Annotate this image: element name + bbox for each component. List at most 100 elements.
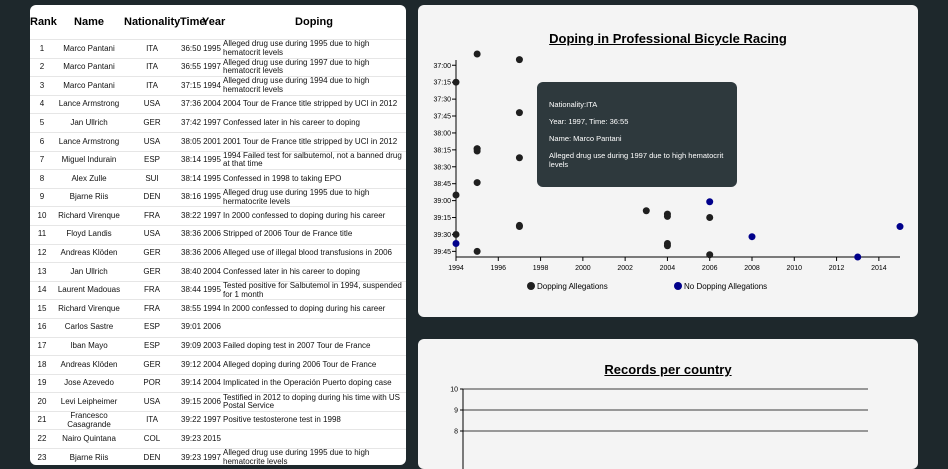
table-row: 22 Nairo Quintana COL 39:23 2015 — [30, 429, 406, 449]
cell-nationality: DEN — [124, 448, 180, 465]
header-year[interactable]: Year — [202, 5, 225, 40]
cell-name: Lance Armstrong — [54, 94, 124, 114]
cell-doping: Confessed later in his career to doping — [222, 113, 406, 133]
cell-doping: Alleged drug use during 1995 due to high… — [222, 187, 406, 207]
cell-nationality: USA — [124, 94, 180, 114]
x-tick-label: 2012 — [829, 265, 845, 272]
x-tick-label: 2002 — [617, 265, 633, 272]
table-row: 10 Richard Virenque FRA 38:22 1997 In 2000 co… — [30, 206, 406, 226]
rankings-table: Rank Name Nationality Time Year Doping 1… — [30, 5, 406, 465]
cell-nationality: ESP — [124, 317, 180, 337]
cell-year: 1995 — [202, 150, 222, 170]
cell-year: 1995 — [202, 39, 222, 59]
x-tick-label: 2006 — [702, 265, 718, 272]
doping-point — [515, 56, 523, 64]
cell-year: 2006 — [202, 243, 222, 263]
cell-doping: Confessed later in his career to doping — [222, 262, 406, 282]
records-y-tick-label: 9 — [454, 408, 458, 415]
cell-time: 37:42 — [180, 113, 202, 133]
cell-name: Nairo Quintana — [54, 429, 124, 449]
table-row: 6 Lance Armstrong USA 38:05 2001 2001 Tour de… — [30, 131, 406, 152]
cell-name: Marco Pantani — [54, 39, 124, 59]
cell-year: 1997 — [202, 113, 222, 133]
table-row: 19 Jose Azevedo POR 39:14 2004 Implicated in … — [30, 373, 406, 393]
y-tick-label: 38:45 — [433, 181, 451, 188]
doping-point — [452, 191, 460, 199]
cell-time: 36:50 — [180, 39, 202, 59]
y-tick-label: 39:00 — [433, 198, 451, 205]
doping-point — [473, 147, 481, 155]
cell-rank: 10 — [30, 206, 54, 226]
cell-nationality: GER — [124, 355, 180, 375]
cell-name: Andreas Klöden — [54, 243, 124, 263]
tooltip-nationality: Nationality:ITA — [549, 100, 598, 109]
cell-doping — [222, 429, 406, 449]
clean-point — [896, 223, 904, 231]
y-tick-label: 39:30 — [433, 232, 451, 239]
cell-nationality: SUI — [124, 169, 180, 189]
cell-name: Alex Zulle — [54, 169, 124, 189]
x-tick-label: 2000 — [575, 265, 591, 272]
cell-time: 38:14 — [180, 169, 202, 189]
cell-rank: 21 — [30, 410, 54, 430]
cell-nationality: FRA — [124, 299, 180, 319]
legend-clean-label: No Dopping Allegations — [684, 282, 767, 291]
doping-point — [473, 179, 481, 187]
cell-doping: In 2000 confessed to doping during his c… — [222, 299, 406, 319]
clean-point — [748, 233, 756, 241]
cell-rank: 3 — [30, 76, 54, 96]
cell-doping: Alleged doping during 2006 Tour de Franc… — [222, 355, 406, 375]
cell-rank: 7 — [30, 150, 54, 170]
table-row: 21 Francesco Casagrande ITA 39:22 1997 Positi… — [30, 410, 406, 430]
cell-rank: 11 — [30, 224, 54, 245]
x-tick-label: 2008 — [744, 265, 760, 272]
cell-time: 39:23 — [180, 448, 202, 465]
cell-rank: 23 — [30, 448, 54, 465]
cell-rank: 13 — [30, 262, 54, 282]
cell-time: 39:23 — [180, 429, 202, 449]
cell-year: 1995 — [202, 169, 222, 189]
header-name[interactable]: Name — [54, 5, 124, 40]
cell-doping: Alleged use of illegal blood transfusion… — [222, 243, 406, 263]
cell-year: 2003 — [202, 336, 222, 356]
doping-point — [663, 212, 671, 220]
cell-time: 38:05 — [180, 131, 202, 152]
cell-year: 1997 — [202, 57, 222, 77]
cell-time: 39:12 — [180, 355, 202, 375]
cell-year: 1997 — [202, 410, 222, 430]
cell-time: 39:22 — [180, 410, 202, 430]
table-row: 17 Iban Mayo ESP 39:09 2003 Failed doping tes… — [30, 336, 406, 356]
cell-rank: 19 — [30, 373, 54, 393]
cell-rank: 5 — [30, 113, 54, 133]
header-time[interactable]: Time — [180, 5, 205, 40]
cell-doping: 1994 Failed test for salbutemol, not a b… — [222, 150, 406, 170]
y-tick-label: 38:00 — [433, 130, 451, 137]
header-nationality[interactable]: Nationality — [124, 5, 180, 40]
cell-year: 1994 — [202, 299, 222, 319]
legend-clean-marker — [674, 282, 682, 290]
cell-year: 2006 — [202, 224, 222, 245]
cell-time: 38:40 — [180, 262, 202, 282]
cell-rank: 22 — [30, 429, 54, 449]
cell-nationality: FRA — [124, 280, 180, 300]
cell-rank: 8 — [30, 169, 54, 189]
table-row: 11 Floyd Landis USA 38:36 2006 Stripped of 20… — [30, 224, 406, 245]
cell-doping: Confessed in 1998 to taking EPO — [222, 169, 406, 189]
table-row: 7 Miguel Indurain ESP 38:14 1995 1994 Failed … — [30, 150, 406, 170]
records-y-tick-label: 8 — [454, 429, 458, 436]
cell-nationality: ITA — [124, 57, 180, 77]
tooltip-name: Name: Marco Pantani — [549, 134, 622, 143]
y-tick-label: 38:15 — [433, 147, 451, 154]
cell-time: 39:14 — [180, 373, 202, 393]
header-doping[interactable]: Doping — [222, 5, 406, 40]
cell-name: Jan Ullrich — [54, 113, 124, 133]
x-tick-label: 1998 — [533, 265, 549, 272]
cell-rank: 9 — [30, 187, 54, 207]
cell-time: 38:44 — [180, 280, 202, 300]
doping-point — [663, 239, 671, 247]
header-rank[interactable]: Rank — [30, 5, 57, 40]
cell-nationality: USA — [124, 392, 180, 412]
cell-time: 38:55 — [180, 299, 202, 319]
cell-nationality: GER — [124, 262, 180, 282]
cell-time: 39:15 — [180, 392, 202, 412]
